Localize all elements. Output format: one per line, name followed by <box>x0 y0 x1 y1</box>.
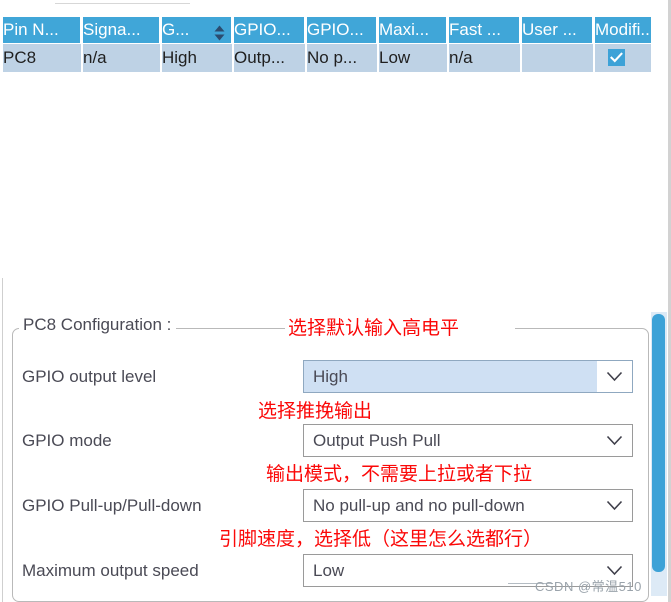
sort-indicator-icon[interactable] <box>214 23 225 41</box>
chevron-down-icon[interactable] <box>597 361 632 392</box>
table-row[interactable]: PC8 n/a High Outp... No p... Low n/a <box>3 44 651 72</box>
top-divider <box>55 3 190 4</box>
column-header-pin-name[interactable]: Pin N... <box>3 17 83 44</box>
column-header-signal[interactable]: Signa... <box>83 17 162 44</box>
label-gpio-pull-up-pull-down: GPIO Pull-up/Pull-down <box>22 496 202 515</box>
column-header-label: User ... <box>522 20 577 39</box>
modified-checkbox[interactable] <box>608 49 625 67</box>
column-header-gpio-output-level[interactable]: G... <box>162 17 234 44</box>
pin-configuration-table: Pin N... Signa... G... GPIO... GPIO... M… <box>3 17 651 72</box>
chevron-down-icon[interactable] <box>597 425 632 456</box>
column-header-label: G... <box>162 20 190 39</box>
table-header-row: Pin N... Signa... G... GPIO... GPIO... M… <box>3 17 651 44</box>
column-header-user-label[interactable]: User ... <box>522 17 595 44</box>
app-root: Pin N... Signa... G... GPIO... GPIO... M… <box>0 0 671 602</box>
watermark-text: CSDN @常温510 <box>535 579 642 594</box>
combo-gpio-pull-up-pull-down[interactable]: No pull-up and no pull-down <box>303 489 633 522</box>
column-header-label: Pin N... <box>3 20 59 39</box>
label-maximum-output-speed: Maximum output speed <box>22 561 199 580</box>
column-header-modified[interactable]: Modifi... <box>595 17 651 44</box>
column-header-gpio-pull[interactable]: GPIO... <box>307 17 379 44</box>
annotation-output-level: 选择默认输入高电平 <box>288 317 460 339</box>
column-header-label: Maxi... <box>379 20 430 39</box>
cell-gpio-output-level[interactable]: High <box>162 44 234 72</box>
panel-left-border <box>2 278 3 602</box>
combo-gpio-mode[interactable]: Output Push Pull <box>303 424 633 457</box>
combo-value-gpio-output-level: High <box>313 367 348 386</box>
column-header-label: GPIO... <box>234 20 291 39</box>
cell-gpio-mode[interactable]: Outp... <box>234 44 307 72</box>
cell-signal[interactable]: n/a <box>83 44 162 72</box>
column-header-fast-mode[interactable]: Fast ... <box>449 17 522 44</box>
cell-maximum-speed[interactable]: Low <box>379 44 449 72</box>
annotation-speed: 引脚速度，选择低（这里怎么选都行） <box>219 528 543 550</box>
cell-modified[interactable] <box>595 44 651 72</box>
cell-pin-name[interactable]: PC8 <box>3 44 83 72</box>
combo-value-gpio-pull-up-pull-down: No pull-up and no pull-down <box>313 496 525 515</box>
label-gpio-output-level: GPIO output level <box>22 367 157 386</box>
cell-fast-mode[interactable]: n/a <box>449 44 522 72</box>
column-header-label: Signa... <box>83 20 141 39</box>
combo-value-gpio-mode: Output Push Pull <box>313 431 441 450</box>
column-header-label: GPIO... <box>307 20 364 39</box>
column-header-gpio-mode[interactable]: GPIO... <box>234 17 307 44</box>
label-gpio-mode: GPIO mode <box>22 431 112 450</box>
column-header-label: Fast ... <box>449 20 501 39</box>
column-header-maximum-speed[interactable]: Maxi... <box>379 17 449 44</box>
vertical-scrollbar-thumb[interactable] <box>652 314 665 572</box>
cell-user-label[interactable] <box>522 44 595 72</box>
combo-gpio-output-level[interactable]: High <box>303 360 633 393</box>
annotation-no-pull: 输出模式，不需要上拉或者下拉 <box>266 463 533 485</box>
cell-gpio-pull[interactable]: No p... <box>307 44 379 72</box>
chevron-down-icon[interactable] <box>597 490 632 521</box>
groupbox-title: PC8 Configuration : <box>19 314 177 336</box>
annotation-push-pull: 选择推挽输出 <box>258 400 373 422</box>
column-header-label: Modifi... <box>595 20 651 39</box>
